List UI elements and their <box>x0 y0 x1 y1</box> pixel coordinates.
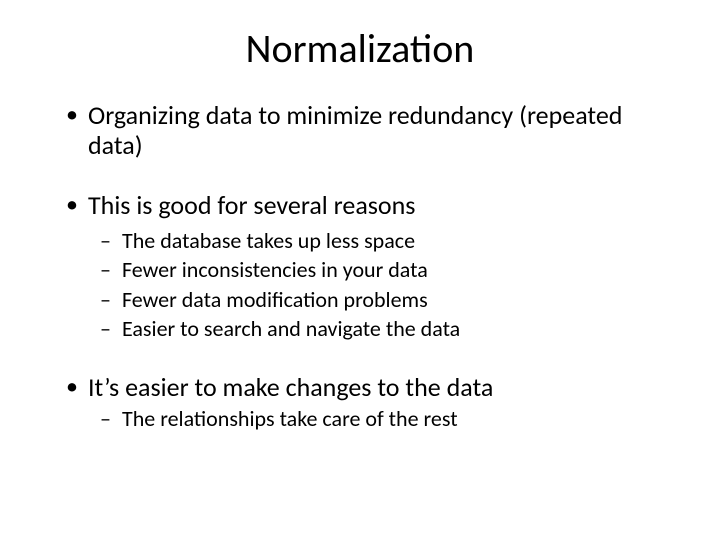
slide-title: Normalization <box>60 24 660 73</box>
slide-content: Organizing data to minimize redundancy (… <box>60 101 660 432</box>
bullet-level2: The relationships take care of the rest <box>60 405 660 433</box>
bullet-level2: Easier to search and navigate the data <box>60 315 660 343</box>
bullet-level2: The database takes up less space <box>60 227 660 255</box>
bullet-level1: It’s easier to make changes to the data <box>60 373 660 403</box>
bullet-level1: Organizing data to minimize redundancy (… <box>60 101 660 161</box>
bullet-level1: This is good for several reasons <box>60 191 660 221</box>
bullet-level2: Fewer data modification problems <box>60 286 660 314</box>
bullet-level2: Fewer inconsistencies in your data <box>60 256 660 284</box>
